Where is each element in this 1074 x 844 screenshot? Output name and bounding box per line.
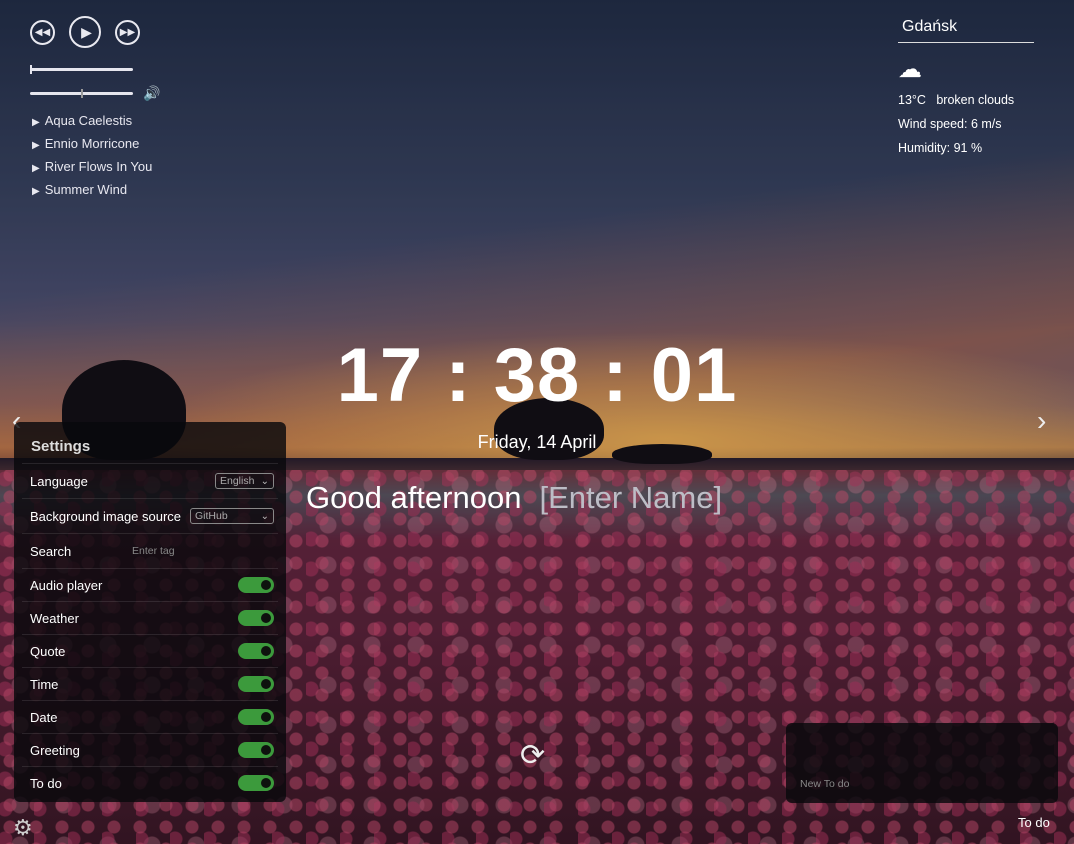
toggle-knob bbox=[261, 580, 271, 590]
toggle-knob bbox=[261, 745, 271, 755]
volume-knob[interactable] bbox=[80, 89, 83, 98]
language-row: Language English ⌄ bbox=[22, 464, 278, 499]
setting-toggle-switch[interactable] bbox=[238, 775, 274, 791]
setting-toggle-row: Date bbox=[22, 701, 278, 734]
setting-toggle-label: To do bbox=[30, 775, 62, 791]
play-button[interactable]: ▶ bbox=[69, 16, 101, 48]
humidity: Humidity: 91 % bbox=[898, 141, 983, 155]
language-select-value: English bbox=[220, 475, 255, 487]
playlist-item-label: Ennio Morricone bbox=[44, 136, 140, 151]
todo-toggle-button[interactable]: To do bbox=[1018, 815, 1050, 830]
settings-panel: Settings Language English ⌄ Background im… bbox=[14, 422, 286, 802]
setting-toggle-switch[interactable] bbox=[238, 742, 274, 758]
setting-toggle-switch[interactable] bbox=[238, 610, 274, 626]
setting-toggle-switch[interactable] bbox=[238, 643, 274, 659]
setting-toggle-row: Weather bbox=[22, 602, 278, 635]
language-select[interactable]: English ⌄ bbox=[215, 473, 274, 489]
toggle-knob bbox=[261, 646, 271, 656]
playlist-item-label: Aqua Caelestis bbox=[44, 113, 133, 128]
rewind-button[interactable]: ◀◀ bbox=[30, 19, 55, 45]
play-track-icon: ▶ bbox=[32, 163, 40, 174]
gear-icon[interactable]: ⚙ bbox=[13, 815, 33, 841]
fast-forward-icon: ▶▶ bbox=[119, 26, 136, 38]
playlist-item[interactable]: ▶ Aqua Caelestis bbox=[32, 112, 210, 135]
setting-toggle-label: Date bbox=[30, 709, 58, 725]
play-track-icon: ▶ bbox=[32, 117, 40, 128]
setting-toggle-switch[interactable] bbox=[238, 709, 274, 725]
track-progress-bar[interactable] bbox=[30, 65, 133, 74]
playlist-item[interactable]: ▶ Ennio Morricone bbox=[32, 135, 210, 158]
city-input[interactable] bbox=[898, 14, 1034, 43]
playlist-item-label: River Flows In You bbox=[44, 159, 153, 174]
volume-slider[interactable] bbox=[30, 89, 133, 98]
playlist-item[interactable]: ▶ Summer Wind bbox=[32, 181, 210, 204]
weather-temperature-line: 13°C broken clouds bbox=[898, 93, 1034, 109]
language-label: Language bbox=[30, 473, 88, 489]
weather-widget: ☁ 13°C broken clouds Wind speed: 6 m/s H… bbox=[898, 14, 1034, 157]
rewind-icon: ◀◀ bbox=[34, 26, 51, 38]
setting-toggle-row: To do bbox=[22, 767, 278, 799]
player-controls: ◀◀ ▶ ▶▶ bbox=[30, 16, 210, 48]
setting-toggle-label: Weather bbox=[30, 610, 79, 626]
setting-toggle-label: Time bbox=[30, 676, 59, 692]
toggle-knob bbox=[261, 778, 271, 788]
play-icon: ▶ bbox=[81, 23, 92, 40]
toggle-knob bbox=[261, 712, 271, 722]
temperature: 13°C bbox=[898, 93, 926, 107]
bg-source-select[interactable]: GitHub ⌄ bbox=[190, 508, 274, 524]
playlist-item-label: Summer Wind bbox=[44, 182, 128, 197]
setting-toggle-label: Audio player bbox=[30, 577, 103, 593]
playlist: ▶ Aqua Caelestis ▶ Ennio Morricone ▶ River Fl… bbox=[32, 112, 210, 204]
bg-source-label: Background image source bbox=[30, 508, 182, 524]
wind-speed: Wind speed: 6 m/s bbox=[898, 117, 1002, 131]
toggle-knob bbox=[261, 679, 271, 689]
search-row: Search bbox=[22, 534, 278, 569]
setting-toggle-switch[interactable] bbox=[238, 577, 274, 593]
clock-time: 17 : 38 : 01 bbox=[336, 333, 738, 418]
setting-toggle-switch[interactable] bbox=[238, 676, 274, 692]
play-track-icon: ▶ bbox=[32, 140, 40, 151]
broken-clouds-icon: ☁ bbox=[898, 56, 922, 83]
playlist-item[interactable]: ▶ River Flows In You bbox=[32, 158, 210, 181]
new-todo-input[interactable] bbox=[798, 777, 1002, 791]
search-label: Search bbox=[30, 543, 72, 559]
greeting: Good afternoon bbox=[306, 480, 800, 516]
fast-forward-button[interactable]: ▶▶ bbox=[115, 19, 140, 45]
setting-toggle-row: Audio player bbox=[22, 569, 278, 602]
settings-title: Settings bbox=[22, 422, 278, 464]
setting-toggle-label: Greeting bbox=[30, 742, 80, 758]
setting-toggle-row: Quote bbox=[22, 635, 278, 668]
chevron-down-icon: ⌄ bbox=[260, 475, 269, 487]
name-input[interactable] bbox=[539, 480, 800, 516]
setting-toggle-row: Greeting bbox=[22, 734, 278, 767]
chevron-down-icon: ⌄ bbox=[260, 510, 269, 522]
refresh-quote-icon[interactable]: ⟳ bbox=[520, 738, 545, 773]
tag-search-input[interactable] bbox=[130, 544, 274, 558]
greeting-text: Good afternoon bbox=[306, 480, 522, 515]
setting-toggle-row: Time bbox=[22, 668, 278, 701]
weather-description: broken clouds bbox=[936, 93, 1015, 107]
toggle-knob bbox=[261, 613, 271, 623]
bg-source-row: Background image source GitHub ⌄ bbox=[22, 499, 278, 534]
progress-knob[interactable] bbox=[30, 65, 32, 74]
bg-source-select-value: GitHub bbox=[195, 510, 228, 522]
play-track-icon: ▶ bbox=[32, 186, 40, 197]
setting-toggle-label: Quote bbox=[30, 643, 66, 659]
speaker-icon[interactable]: 🔊 bbox=[143, 85, 160, 102]
audio-player: ◀◀ ▶ ▶▶ 🔊 ▶ Aqua Caelestis ▶ Ennio Morricon… bbox=[30, 16, 210, 204]
todo-panel bbox=[786, 723, 1058, 803]
